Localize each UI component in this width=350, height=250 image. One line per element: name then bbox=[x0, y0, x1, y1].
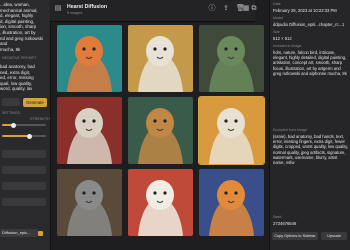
seed-label: Seed bbox=[273, 215, 282, 219]
slider-knob[interactable] bbox=[27, 133, 32, 139]
seed-value: 2734676546 bbox=[273, 221, 297, 226]
strength-slider[interactable] bbox=[2, 122, 46, 128]
info-icon[interactable]: ⓘ bbox=[208, 5, 216, 13]
options-field[interactable] bbox=[2, 98, 20, 106]
copy-icon[interactable]: ⧉ bbox=[250, 5, 258, 13]
model-selector[interactable]: Diffusion_epic... bbox=[0, 229, 38, 237]
image-grid bbox=[55, 23, 265, 250]
included-label: Included in Image bbox=[273, 44, 302, 48]
model-value: ddpudio Diffusion_epiti...chapter_rc...1 bbox=[273, 22, 345, 27]
toolbar: ▤ Hearst Diffusion 9 images ⓘ ⇪ 🗑 ⧉ bbox=[50, 0, 258, 22]
tile-fox[interactable] bbox=[199, 169, 264, 236]
included-value: hdrs, nature, falcon bird, intricate, el… bbox=[273, 50, 347, 76]
image-count: 9 images bbox=[67, 11, 83, 15]
sidebar: ...idea, woman, mechanical animal, d, el… bbox=[0, 0, 51, 250]
settings-label: Settings bbox=[2, 111, 20, 115]
date-value: February 28, 2023 at 10:22:33 PM bbox=[273, 8, 337, 13]
setting-field[interactable] bbox=[2, 166, 46, 174]
tile-panda[interactable] bbox=[128, 169, 193, 236]
steps-slider[interactable] bbox=[2, 133, 46, 139]
details-panel: Date February 28, 2023 at 10:22:33 PM Mo… bbox=[269, 0, 350, 250]
window-title: Hearst Diffusion bbox=[67, 4, 108, 10]
tile-raccoon[interactable] bbox=[57, 169, 122, 236]
size-value: 512 × 512 bbox=[273, 36, 292, 41]
share-icon[interactable]: ⇪ bbox=[222, 5, 230, 13]
date-label: Date bbox=[273, 2, 281, 6]
upscale-button[interactable]: Upscale bbox=[321, 232, 347, 240]
tile-man-portrait[interactable] bbox=[199, 25, 264, 92]
prompt-text[interactable]: ...idea, woman, mechanical animal, d, el… bbox=[0, 2, 48, 52]
copy-options-button[interactable]: Copy Options to Sidebar bbox=[272, 232, 318, 240]
excluded-value: (ssnie), bad anatomy, bad hands, text, e… bbox=[273, 134, 349, 166]
generate-button[interactable]: Generate bbox=[23, 98, 47, 107]
size-label: Size bbox=[273, 30, 280, 34]
strength-label: Strength bbox=[30, 117, 50, 121]
tile-cat[interactable] bbox=[128, 97, 193, 164]
grid-icon[interactable]: ▦ bbox=[242, 5, 250, 13]
sidebar-toggle-icon[interactable]: ▤ bbox=[54, 5, 62, 13]
tile-husky[interactable] bbox=[128, 25, 193, 92]
slider-knob[interactable] bbox=[11, 122, 16, 128]
tile-woman-portrait[interactable] bbox=[57, 25, 122, 92]
setting-field[interactable] bbox=[2, 198, 46, 206]
app-window: ...idea, woman, mechanical animal, d, el… bbox=[0, 0, 350, 250]
setting-field[interactable] bbox=[2, 150, 46, 158]
tile-owl[interactable] bbox=[198, 96, 265, 165]
model-menu-icon[interactable] bbox=[38, 231, 43, 236]
negative-prompt-text[interactable]: bad anatomy, bad ned, extra digit, ed, e… bbox=[0, 64, 48, 92]
setting-field[interactable] bbox=[2, 182, 46, 190]
negative-prompt-label: Negative Prompt bbox=[2, 56, 37, 60]
excluded-label: Excluded from Image bbox=[273, 128, 307, 132]
model-label: Model bbox=[273, 16, 283, 20]
tile-hawk[interactable] bbox=[57, 97, 122, 164]
